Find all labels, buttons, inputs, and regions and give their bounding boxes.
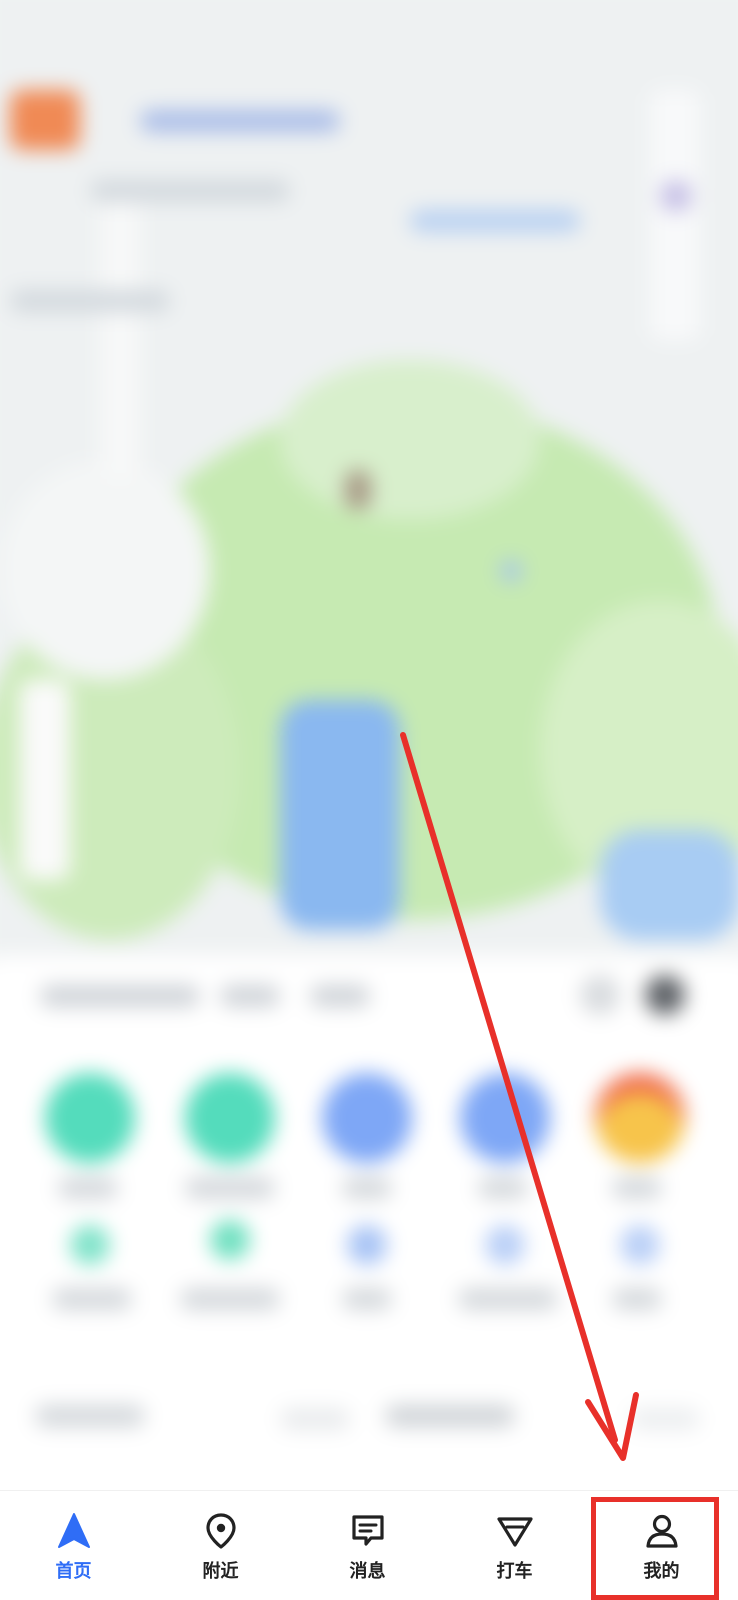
navigation-arrow-icon xyxy=(57,1513,90,1548)
tab-label-nearby: 附近 xyxy=(202,1561,239,1582)
blurred-background xyxy=(0,0,738,1490)
app-screen: 首页 附近 消息 打车 我的 xyxy=(0,0,738,1600)
taxi-icon xyxy=(496,1517,533,1547)
tab-label-taxi: 打车 xyxy=(496,1561,533,1582)
tab-nearby[interactable]: 附近 xyxy=(147,1491,294,1600)
message-icon xyxy=(351,1515,384,1546)
tab-label-home: 首页 xyxy=(55,1561,92,1582)
annotation-highlight-box xyxy=(591,1497,719,1600)
tab-messages[interactable]: 消息 xyxy=(294,1491,441,1600)
tab-home[interactable]: 首页 xyxy=(0,1491,147,1600)
location-pin-icon xyxy=(205,1513,236,1549)
tab-label-messages: 消息 xyxy=(349,1561,386,1582)
tab-taxi[interactable]: 打车 xyxy=(441,1491,588,1600)
